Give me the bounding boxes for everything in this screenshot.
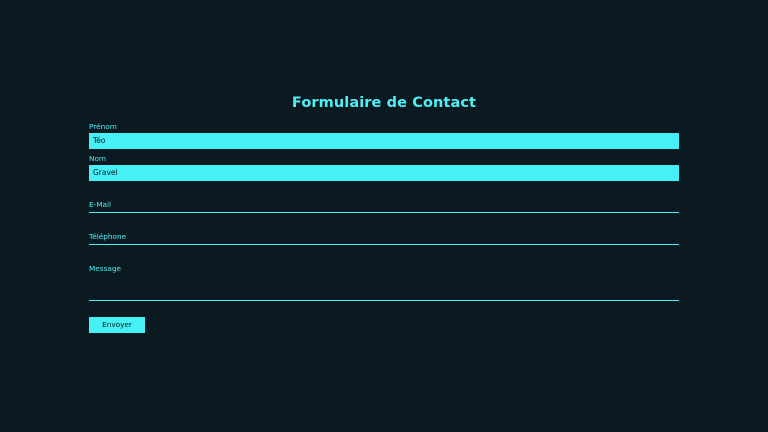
prenom-label: Prénom (89, 122, 117, 131)
email-underline (89, 212, 679, 213)
prenom-field[interactable]: Téo (89, 133, 679, 149)
email-field[interactable] (89, 200, 679, 212)
message-field[interactable] (89, 264, 679, 300)
message-underline (89, 300, 679, 301)
nom-field[interactable]: Gravel (89, 165, 679, 181)
telephone-field[interactable] (89, 232, 679, 244)
nom-label: Nom (89, 154, 107, 163)
submit-button[interactable]: Envoyer (89, 317, 145, 333)
form-title: Formulaire de Contact (291, 95, 477, 111)
telephone-underline (89, 244, 679, 245)
